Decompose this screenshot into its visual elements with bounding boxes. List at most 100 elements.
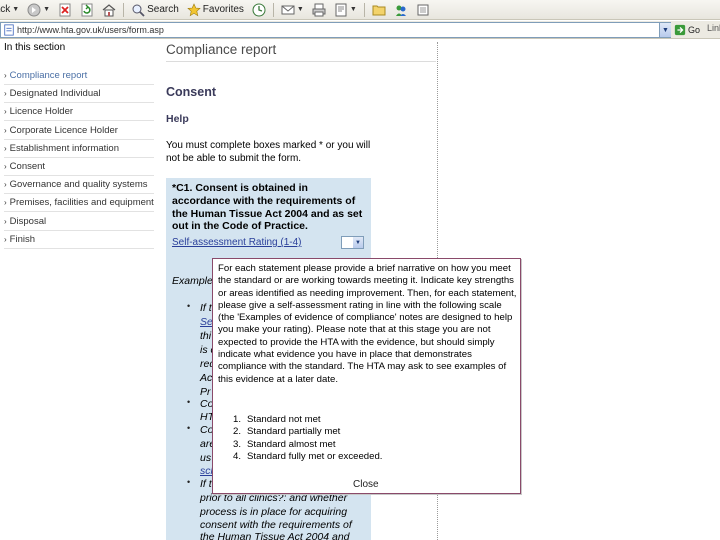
links-label[interactable]: Links [707, 23, 720, 33]
example-text: If t [200, 478, 212, 490]
toolbar-separator [272, 2, 274, 17]
back-button[interactable]: Back ▼ [0, 1, 21, 19]
rating-scale-number: 1. [232, 414, 241, 425]
nav-item[interactable]: › Licence Holder [4, 106, 73, 117]
nav-divider [4, 84, 154, 85]
example-link[interactable]: Se [200, 316, 213, 328]
nav-item[interactable]: › Compliance report [4, 70, 87, 81]
rating-scale-list: 1. Standard not met 2. Standard partially m… [229, 414, 382, 463]
edit-button[interactable]: ▼ [332, 1, 359, 19]
nav-item[interactable]: › Disposal [4, 216, 46, 227]
chevron-down-icon[interactable]: ▼ [12, 6, 19, 13]
nav-item[interactable]: › Premises, facilities and equipment [4, 197, 154, 208]
chevron-down-icon: ▼ [662, 26, 669, 34]
rating-scale-label: Standard almost met [247, 438, 336, 450]
url-input[interactable]: http://www.hta.gov.uk/users/form.asp [0, 22, 671, 38]
nav-divider [4, 229, 154, 231]
nav-item[interactable]: › Governance and quality systems [4, 179, 148, 190]
example-text: Ac [200, 372, 213, 384]
favorites-button[interactable]: Favorites [185, 1, 246, 19]
go-button[interactable]: Go [674, 23, 700, 37]
nav-item[interactable]: › Consent [4, 161, 45, 172]
search-button[interactable]: Search [129, 1, 181, 19]
nav-title: In this section [4, 42, 66, 53]
forward-button[interactable]: ▼ [25, 1, 52, 19]
nav-item-label: Premises, facilities and equipment [9, 197, 154, 209]
media-button[interactable] [250, 1, 268, 19]
nav-arrow-icon: › [4, 107, 7, 117]
nav-divider [4, 193, 154, 195]
home-icon [102, 3, 116, 17]
folder-icon [372, 3, 386, 17]
folder-button[interactable] [370, 1, 388, 19]
search-button-label: Search [147, 4, 179, 15]
star-icon [187, 2, 201, 17]
chevron-down-icon[interactable]: ▼ [297, 6, 304, 13]
mail-button[interactable]: ▼ [279, 1, 306, 19]
example-text: us [200, 452, 212, 464]
nav-item[interactable]: › Corporate Licence Holder [4, 125, 118, 136]
chevron-down-icon[interactable]: ▼ [350, 6, 357, 13]
nav-arrow-icon: › [4, 89, 7, 99]
nav-divider [4, 211, 154, 213]
rating-scale-item: 2. Standard partially met [229, 426, 382, 438]
close-button[interactable]: Close [353, 479, 379, 490]
rating-scale-item: 4. Standard fully met or exceeded. [229, 451, 382, 463]
stop-icon [58, 3, 72, 17]
nav-item[interactable]: › Finish [4, 234, 35, 245]
research-button[interactable] [414, 1, 432, 19]
favorites-button-label: Favorites [202, 4, 244, 15]
nav-item-label: Licence Holder [9, 106, 74, 118]
nav-item-label: Compliance report [9, 70, 88, 81]
home-button[interactable] [100, 1, 118, 19]
url-dropdown-button[interactable]: ▼ [659, 23, 671, 37]
nav-arrow-icon: › [4, 198, 7, 208]
nav-arrow-icon: › [4, 143, 7, 153]
forward-arrow-icon [27, 3, 41, 17]
nav-divider [4, 156, 154, 158]
self-assessment-rating-link[interactable]: Self-assessment Rating (1-4) [172, 237, 302, 248]
nav-item-label: Designated Individual [9, 88, 101, 100]
nav-divider [4, 247, 154, 249]
go-button-label: Go [688, 25, 701, 35]
history-icon [252, 3, 266, 17]
toolbar-separator [363, 2, 365, 17]
go-arrow-icon [674, 24, 686, 36]
page-title: Compliance report [166, 42, 277, 57]
nav-item-label: Governance and quality systems [9, 179, 148, 191]
rating-scale-label: Standard not met [247, 414, 321, 425]
nav-item-label: Disposal [9, 215, 47, 227]
messenger-button[interactable] [392, 1, 410, 19]
rating-scale-number: 2. [232, 426, 241, 438]
nav-item-label: Consent [9, 161, 46, 172]
example-text: process is in place for acquiring [200, 506, 348, 518]
example-text: If t [200, 302, 212, 314]
book-icon [416, 3, 430, 17]
bullet-icon: • [187, 477, 191, 487]
nav-divider [4, 138, 154, 140]
nav-item-label: Finish [9, 233, 36, 245]
chevron-down-icon[interactable]: ▼ [43, 6, 50, 13]
printer-icon [312, 3, 326, 17]
page-icon [3, 24, 15, 36]
nav-item[interactable]: › Designated Individual [4, 88, 101, 99]
mail-icon [281, 3, 295, 17]
nav-divider [4, 120, 154, 122]
example-text: Pr [200, 386, 211, 398]
section-title: Consent [166, 85, 216, 99]
refresh-button[interactable] [78, 1, 96, 19]
back-button-label: Back [0, 4, 11, 15]
print-button[interactable] [310, 1, 328, 19]
title-divider [166, 61, 436, 62]
help-text: You must complete boxes marked * or you … [166, 140, 371, 164]
nav-arrow-icon: › [4, 180, 7, 190]
browser-toolbar: Back ▼ ▼ Search Favorites [0, 0, 720, 20]
stop-button[interactable] [56, 1, 74, 19]
rating-select[interactable]: ▼ [341, 236, 364, 249]
edit-page-icon [334, 3, 348, 17]
toolbar-separator [123, 2, 125, 17]
nav-item[interactable]: › Establishment information [4, 143, 119, 154]
rating-scale-item: 1. Standard not met [229, 414, 382, 426]
nav-arrow-icon: › [4, 162, 7, 171]
nav-arrow-icon: › [4, 71, 7, 80]
